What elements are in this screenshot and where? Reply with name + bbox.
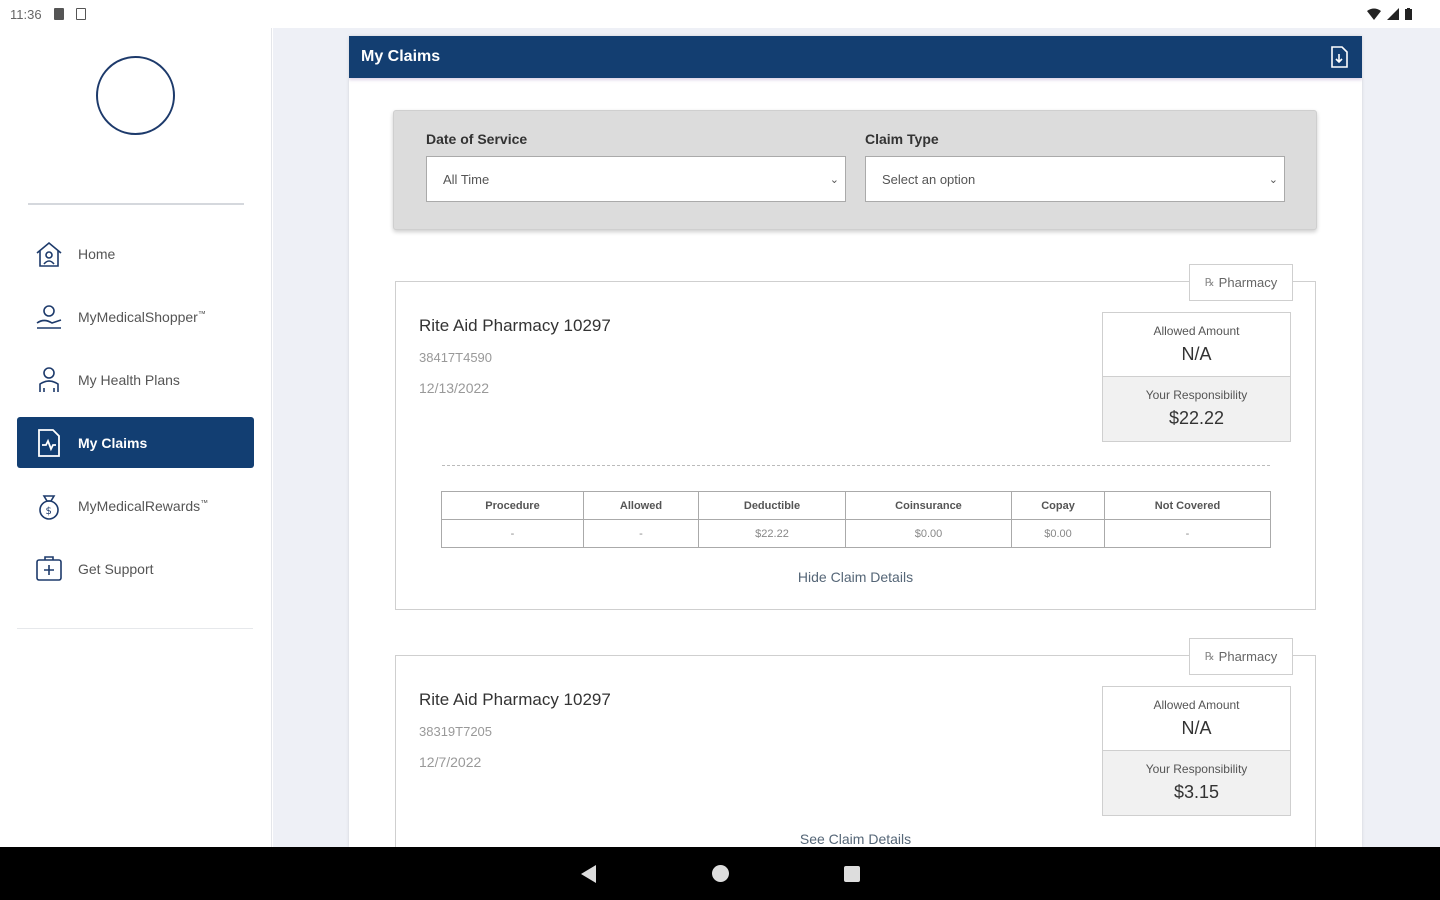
table-header: Deductible	[698, 491, 846, 520]
hide-claim-details-link[interactable]: Hide Claim Details	[396, 569, 1315, 585]
home-icon	[33, 238, 65, 270]
table-header: Procedure	[441, 491, 584, 520]
table-cell: $22.22	[698, 519, 846, 548]
type-filter: Claim Type Select an option ⌄	[865, 131, 1285, 202]
claim-id: 38417T4590	[419, 350, 493, 365]
sidebar-item-mymedicalshopper[interactable]: MyMedicalShopper™	[17, 291, 254, 342]
sidebar-nav: Home MyMedicalShopper™ My Health Plans M…	[17, 228, 254, 606]
allowed-amount-value: N/A	[1181, 718, 1212, 738]
sidebar: Home MyMedicalShopper™ My Health Plans M…	[0, 28, 272, 847]
claim-card: ℞ Pharmacy Rite Aid Pharmacy 10297 38319…	[395, 638, 1316, 847]
status-time: 11:36	[10, 6, 42, 22]
sidebar-item-my-claims[interactable]: My Claims	[17, 417, 254, 468]
chevron-down-icon: ⌄	[1268, 173, 1278, 186]
table-cell: -	[1104, 519, 1271, 548]
your-responsibility-value: $22.22	[1168, 408, 1225, 428]
sidebar-item-my-health-plans[interactable]: My Health Plans	[17, 354, 254, 405]
claim-type-label: Claim Type	[865, 131, 939, 147]
claims-icon	[33, 427, 65, 459]
your-responsibility-value: $3.15	[1173, 782, 1220, 802]
page-title: My Claims	[361, 48, 441, 65]
table-cell: $0.00	[845, 519, 1012, 548]
table-cell: -	[583, 519, 699, 548]
sidebar-item-mymedicalrewards[interactable]: $ MyMedicalRewards™	[17, 480, 254, 531]
recents-icon	[844, 865, 860, 882]
storage-icon	[75, 8, 86, 20]
allowed-amount-value: N/A	[1181, 344, 1212, 364]
sidebar-item-home[interactable]: Home	[17, 228, 254, 279]
sidebar-divider	[17, 628, 253, 629]
claim-type-badge: ℞ Pharmacy	[1189, 264, 1293, 301]
sidebar-divider	[28, 203, 244, 205]
claim-provider: Rite Aid Pharmacy 10297	[419, 316, 611, 335]
claim-provider: Rite Aid Pharmacy 10297	[419, 690, 611, 709]
svg-text:$: $	[46, 506, 52, 517]
shopper-icon	[33, 301, 65, 333]
date-filter: Date of Service All Time ⌄	[426, 131, 846, 202]
claim-amounts: Allowed Amount N/A Your Responsibility $…	[1102, 686, 1291, 816]
chevron-down-icon: ⌄	[829, 173, 839, 186]
back-icon	[580, 864, 596, 883]
health-plans-icon	[33, 364, 65, 396]
home-circle-icon	[711, 865, 729, 882]
table-row: - - $22.22 $0.00 $0.00 -	[441, 519, 1271, 548]
select-value: Select an option	[882, 171, 976, 187]
table-header: Allowed	[583, 491, 699, 520]
claim-date: 12/7/2022	[419, 754, 482, 770]
table-cell: -	[441, 519, 584, 548]
recents-button[interactable]	[840, 862, 864, 886]
table-header: Not Covered	[1104, 491, 1271, 520]
claim-card: ℞ Pharmacy Rite Aid Pharmacy 10297 38417…	[395, 264, 1316, 610]
rewards-icon: $	[33, 490, 65, 522]
badge-label: Pharmacy	[1218, 649, 1278, 664]
sidebar-item-label: My Health Plans	[78, 371, 180, 388]
allowed-amount-label: Allowed Amount	[1153, 324, 1240, 338]
rx-icon: ℞	[1204, 277, 1215, 289]
status-bar: 11:36	[0, 0, 1440, 28]
claim-amounts: Allowed Amount N/A Your Responsibility $…	[1102, 312, 1291, 442]
sidebar-item-label: MyMedicalRewards™	[78, 497, 209, 514]
claim-type-select[interactable]: Select an option ⌄	[865, 156, 1285, 202]
signal-icon	[1387, 8, 1399, 20]
sidebar-item-get-support[interactable]: Get Support	[17, 543, 254, 594]
claim-details-table: Procedure Allowed Deductible Coinsurance…	[441, 491, 1271, 548]
claims-panel: My Claims Date of Service All Time ⌄ Cla…	[349, 36, 1362, 847]
rx-icon: ℞	[1204, 651, 1215, 663]
allowed-amount-label: Allowed Amount	[1153, 698, 1240, 712]
home-button[interactable]	[708, 862, 732, 886]
select-value: All Time	[443, 171, 490, 187]
wifi-icon	[1367, 8, 1381, 20]
see-claim-details-link[interactable]: See Claim Details	[396, 831, 1315, 847]
divider	[442, 465, 1270, 466]
battery-icon	[1405, 8, 1412, 20]
your-responsibility-label: Your Responsibility	[1145, 762, 1248, 776]
sidebar-item-label: MyMedicalShopper™	[78, 308, 206, 325]
avatar[interactable]	[96, 56, 175, 135]
panel-header: My Claims	[349, 36, 1362, 78]
claim-type-badge: ℞ Pharmacy	[1189, 638, 1293, 675]
support-icon	[33, 553, 65, 585]
system-navigation-bar	[0, 847, 1440, 900]
sidebar-item-label: My Claims	[78, 434, 148, 451]
claim-date: 12/13/2022	[419, 380, 490, 396]
table-cell: $0.00	[1011, 519, 1105, 548]
claim-id: 38319T7205	[419, 724, 493, 739]
date-of-service-label: Date of Service	[426, 131, 528, 147]
back-button[interactable]	[576, 862, 600, 886]
table-header: Copay	[1011, 491, 1105, 520]
your-responsibility-label: Your Responsibility	[1145, 388, 1248, 402]
download-pdf-icon[interactable]	[1328, 45, 1350, 69]
date-of-service-select[interactable]: All Time ⌄	[426, 156, 846, 202]
sidebar-item-label: Home	[78, 245, 116, 262]
filter-box: Date of Service All Time ⌄ Claim Type Se…	[393, 110, 1317, 230]
notification-icon	[53, 8, 64, 20]
table-header-row: Procedure Allowed Deductible Coinsurance…	[441, 491, 1271, 520]
table-header: Coinsurance	[845, 491, 1012, 520]
badge-label: Pharmacy	[1218, 275, 1278, 290]
sidebar-item-label: Get Support	[78, 560, 154, 577]
